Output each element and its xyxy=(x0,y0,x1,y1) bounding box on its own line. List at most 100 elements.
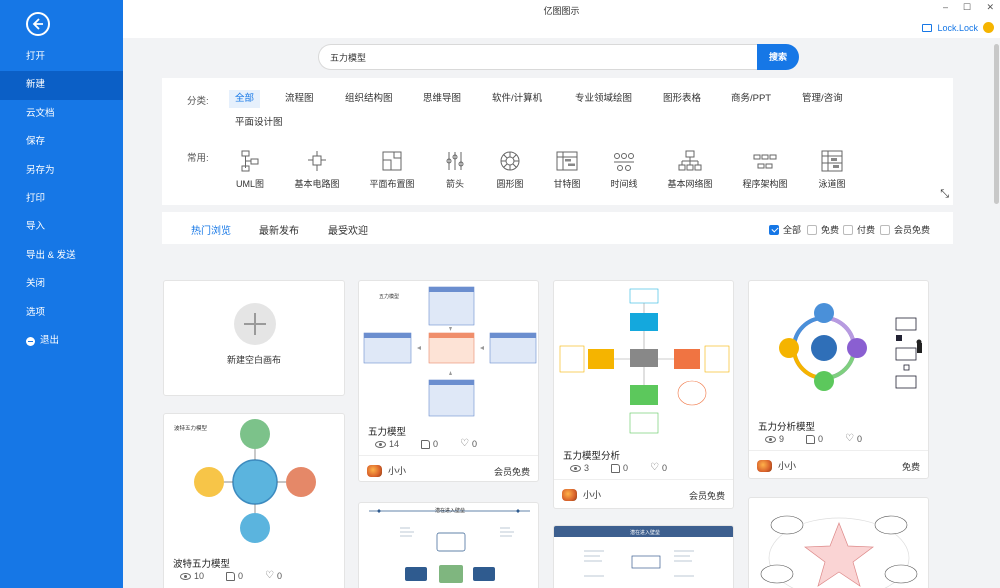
like-icon[interactable] xyxy=(421,439,431,449)
card-title: 五力模型分析 xyxy=(563,451,621,462)
card-author[interactable]: 小小 xyxy=(757,459,796,472)
category-business-ppt[interactable]: 商务/PPT xyxy=(725,90,777,108)
tool-uml[interactable]: UML图 xyxy=(215,149,285,190)
back-arrow-icon[interactable] xyxy=(26,12,50,36)
sidebar-item-print[interactable]: 打印 xyxy=(0,185,123,213)
minimize-button[interactable]: – xyxy=(943,2,948,12)
template-thumbnail: 潜在进入壁垒 xyxy=(369,507,530,583)
search-button[interactable]: 搜索 xyxy=(757,44,799,70)
author-name: 小小 xyxy=(583,490,602,500)
sidebar-item-cloud-docs[interactable]: 云文档 xyxy=(0,100,123,128)
views-icon xyxy=(375,440,386,448)
new-blank-canvas-card[interactable]: 新建空白画布 xyxy=(163,280,345,396)
favorite-icon[interactable]: ♡ xyxy=(650,463,659,473)
checkbox-checked-icon xyxy=(769,224,779,235)
vip-crown-icon xyxy=(983,22,994,33)
template-card[interactable]: 五力分析模型 9 0 ♡ 0 小小 免费 xyxy=(748,280,929,479)
filter-paid-checkbox[interactable]: 付费 xyxy=(843,223,875,236)
scrollbar-thumb[interactable] xyxy=(994,44,999,204)
sidebar-item-save[interactable]: 保存 xyxy=(0,128,123,156)
expand-icon[interactable]: ⤡ xyxy=(940,188,949,201)
views-icon xyxy=(180,572,191,580)
template-card[interactable]: 波特五力模型 波特五力模型 10 0 ♡ 0 xyxy=(163,413,345,588)
favorites-count: 0 xyxy=(277,571,283,581)
tab-popular[interactable]: 最受欢迎 xyxy=(328,222,368,237)
like-icon[interactable] xyxy=(611,463,621,473)
sidebar-item-import[interactable]: 导入 xyxy=(0,213,123,241)
tool-label: 平面布置图 xyxy=(369,179,415,189)
checkbox-icon xyxy=(843,224,853,235)
sidebar-item-save-as[interactable]: 另存为 xyxy=(0,157,123,185)
card-divider xyxy=(749,450,928,451)
tab-latest[interactable]: 最新发布 xyxy=(259,222,299,237)
sidebar-item-label: 选项 xyxy=(26,306,46,318)
checkbox-icon xyxy=(880,224,890,235)
category-label: 分类: xyxy=(187,96,209,107)
maximize-button[interactable]: ☐ xyxy=(963,2,971,13)
category-charts[interactable]: 图形表格 xyxy=(657,90,707,108)
template-card[interactable]: 五力模型 五力模型 14 0 ♡ 0 小小 会员免费 xyxy=(358,280,539,482)
category-software[interactable]: 软件/计算机 xyxy=(486,90,548,108)
category-mind-map[interactable]: 思维导图 xyxy=(417,90,467,108)
like-icon[interactable] xyxy=(806,434,816,444)
card-stats: 3 0 ♡ 0 xyxy=(570,463,667,473)
tab-hot[interactable]: 热门浏览 xyxy=(191,222,231,237)
tool-label: 泳道图 xyxy=(818,179,846,189)
template-thumbnail xyxy=(760,515,918,588)
card-author[interactable]: 小小 xyxy=(562,488,601,501)
message-icon[interactable] xyxy=(922,23,933,32)
category-graphic-design[interactable]: 平面设计图 xyxy=(229,114,289,132)
user-area: Lock.Lock xyxy=(922,22,994,33)
category-professional[interactable]: 专业领域绘图 xyxy=(569,90,638,108)
author-name: 小小 xyxy=(388,466,407,476)
category-flowchart[interactable]: 流程图 xyxy=(279,90,320,108)
views-count: 14 xyxy=(389,439,400,449)
tool-swimlane[interactable]: 泳道图 xyxy=(797,149,867,190)
gantt-icon xyxy=(556,151,578,171)
template-card[interactable]: 潜在进入壁垒 xyxy=(358,502,539,588)
sidebar-item-close[interactable]: 关闭 xyxy=(0,270,123,298)
tool-label: 圆形图 xyxy=(496,179,524,189)
sidebar-item-options[interactable]: 选项 xyxy=(0,299,123,327)
avatar xyxy=(757,459,772,472)
thumb-title: 五力模型 xyxy=(379,293,399,300)
views-count: 9 xyxy=(779,434,785,444)
sidebar-item-open[interactable]: 打开 xyxy=(0,43,123,71)
card-title: 五力模型 xyxy=(368,427,407,438)
sidebar-item-new[interactable]: 新建 xyxy=(0,71,123,100)
tool-floor-plan[interactable]: 平面布置图 xyxy=(357,149,427,190)
tool-label: 箭头 xyxy=(445,179,464,189)
views-count: 3 xyxy=(584,463,590,473)
filter-all-checkbox[interactable]: 全部 xyxy=(769,223,801,236)
tool-basic-circuit[interactable]: 基本电路图 xyxy=(282,149,352,190)
favorite-icon[interactable]: ♡ xyxy=(845,434,854,444)
close-button[interactable]: ✕ xyxy=(986,2,994,13)
tool-program-architecture[interactable]: 程序架构图 xyxy=(730,149,800,190)
template-card[interactable]: 五力模型分析 3 0 ♡ 0 小小 会员免费 xyxy=(553,280,734,509)
uml-icon xyxy=(241,150,259,172)
checkbox-label: 付费 xyxy=(857,225,876,235)
checkbox-label: 会员免费 xyxy=(894,225,931,235)
filter-vip-free-checkbox[interactable]: 会员免费 xyxy=(880,223,930,236)
favorite-icon[interactable]: ♡ xyxy=(265,571,274,581)
template-card[interactable]: 潜在进入壁垒 xyxy=(553,525,734,588)
sidebar-item-export-send[interactable]: 导出 & 发送 xyxy=(0,242,123,270)
category-org-chart[interactable]: 组织结构图 xyxy=(339,90,399,108)
sort-tabs-bar: 热门浏览 最新发布 最受欢迎 全部 免费 付费 会员免费 xyxy=(162,212,953,244)
tool-timeline[interactable]: 时间线 xyxy=(589,149,659,190)
tool-basic-network[interactable]: 基本网络图 xyxy=(655,149,725,190)
user-name[interactable]: Lock.Lock xyxy=(937,23,978,33)
search-input[interactable] xyxy=(318,44,759,70)
filter-free-checkbox[interactable]: 免费 xyxy=(807,223,839,236)
likes-count: 0 xyxy=(238,571,244,581)
template-card[interactable] xyxy=(748,497,929,588)
card-author[interactable]: 小小 xyxy=(367,464,406,477)
sidebar-item-label: 云文档 xyxy=(26,107,55,119)
favorite-icon[interactable]: ♡ xyxy=(460,439,469,449)
template-thumbnail: 波特五力模型 xyxy=(174,419,316,543)
sidebar-item-exit[interactable]: 退出 xyxy=(0,327,123,355)
category-all[interactable]: 全部 xyxy=(229,90,261,108)
like-icon[interactable] xyxy=(226,571,236,581)
common-label: 常用: xyxy=(187,153,209,164)
category-management[interactable]: 管理/咨询 xyxy=(796,90,849,108)
